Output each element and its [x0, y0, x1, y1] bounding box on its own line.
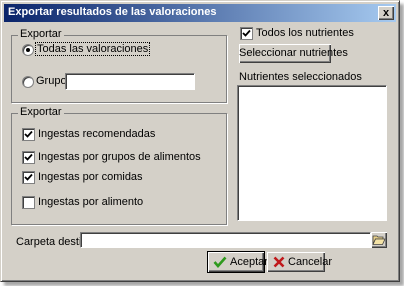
close-button[interactable]: x	[378, 6, 394, 20]
checkmark-icon	[24, 130, 33, 138]
window-title: Exportar resultados de las valoraciones	[8, 6, 217, 18]
destination-input[interactable]	[80, 232, 371, 248]
export-dialog: Exportar resultados de las valoraciones …	[0, 0, 400, 282]
close-icon	[273, 256, 285, 268]
radio-all-assessments[interactable]	[22, 44, 34, 56]
checkbox-meal-intakes[interactable]	[22, 171, 35, 184]
checkbox-food-group-intakes[interactable]	[22, 151, 35, 164]
select-nutrients-button-label: Seleccionar nutrientes	[239, 47, 348, 59]
food-group-intakes-label[interactable]: Ingestas por grupos de alimentos	[38, 151, 201, 163]
radio-group[interactable]	[22, 76, 34, 88]
checkbox-food-intakes[interactable]	[22, 196, 35, 209]
title-bar[interactable]: Exportar resultados de las valoraciones …	[4, 4, 396, 22]
checkmark-icon	[24, 153, 33, 161]
selected-nutrients-list[interactable]	[237, 85, 387, 221]
radio-group-label[interactable]: Grupo	[36, 75, 67, 87]
accept-button-label: Aceptar	[230, 256, 268, 268]
radio-selected-dot	[26, 48, 30, 52]
checkmark-icon	[24, 173, 33, 181]
folder-open-icon	[372, 235, 386, 245]
selected-nutrients-label: Nutrientes seleccionados	[239, 71, 362, 83]
export-scope-legend: Exportar	[18, 28, 64, 40]
recommended-intakes-label[interactable]: Ingestas recomendadas	[38, 128, 155, 140]
meal-intakes-label[interactable]: Ingestas por comidas	[38, 171, 143, 183]
close-icon: x	[382, 7, 390, 19]
checkmark-icon	[213, 256, 227, 268]
radio-all-assessments-label[interactable]: Todas las valoraciones	[34, 42, 151, 56]
food-intakes-label[interactable]: Ingestas por alimento	[38, 196, 143, 208]
cancel-button[interactable]: Cancelar	[267, 252, 332, 272]
browse-folder-button[interactable]	[371, 232, 387, 248]
checkmark-icon	[242, 29, 251, 37]
select-nutrients-button[interactable]: Seleccionar nutrientes	[239, 44, 348, 63]
export-types-legend: Exportar	[18, 106, 64, 118]
accept-button[interactable]: Aceptar	[207, 251, 268, 273]
cancel-button-label: Cancelar	[288, 256, 333, 268]
checkbox-all-nutrients[interactable]	[240, 27, 253, 40]
checkbox-recommended-intakes[interactable]	[22, 128, 35, 141]
group-input[interactable]	[65, 73, 195, 90]
all-nutrients-label[interactable]: Todos los nutrientes	[256, 27, 354, 39]
